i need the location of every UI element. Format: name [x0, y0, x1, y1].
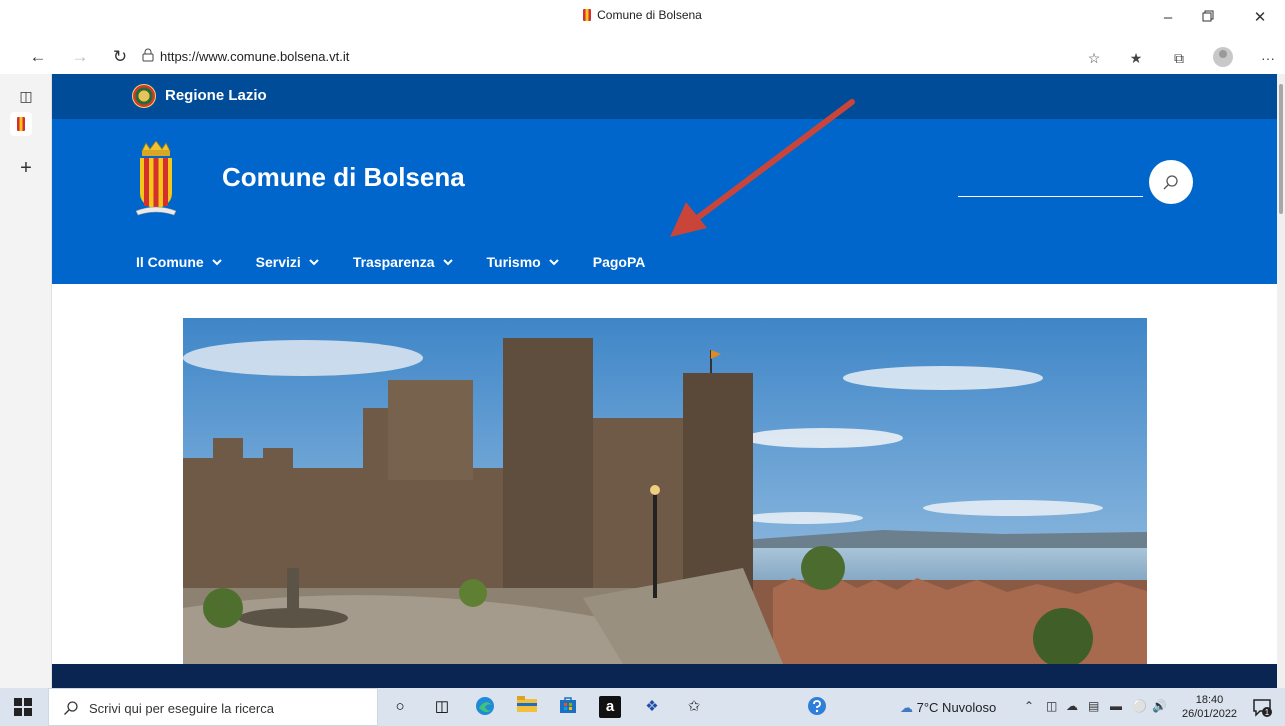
- favicon-icon: [583, 9, 592, 21]
- amazon-icon[interactable]: a: [599, 696, 621, 718]
- more-button[interactable]: ···: [1257, 47, 1279, 69]
- search-icon: [1163, 175, 1178, 190]
- page-footer-band: [52, 664, 1277, 688]
- system-clock[interactable]: 18:40 26/01/2022: [1182, 693, 1237, 721]
- taskbar-search-box[interactable]: Scrivi qui per eseguire la ricerca: [48, 688, 378, 726]
- wifi-icon[interactable]: ⚪: [1132, 699, 1147, 713]
- nav-servizi[interactable]: Servizi: [256, 251, 319, 273]
- help-icon[interactable]: [806, 696, 828, 718]
- search-icon: [64, 701, 78, 715]
- tab-actions-icon[interactable]: ◫: [16, 86, 36, 106]
- nav-label: PagoPA: [592, 254, 646, 270]
- nav-label: Servizi: [255, 254, 301, 270]
- region-link[interactable]: Regione Lazio: [165, 87, 267, 104]
- collections-icon[interactable]: ⧉: [1168, 47, 1190, 69]
- title-bar: Comune di Bolsena – ✕: [0, 0, 1285, 40]
- nav-label: Trasparenza: [352, 254, 435, 270]
- scrollbar-thumb[interactable]: [1279, 84, 1283, 214]
- windows-start-icon[interactable]: [14, 698, 32, 716]
- site-title[interactable]: Comune di Bolsena: [222, 162, 465, 193]
- favorites-icon[interactable]: ★: [1125, 47, 1147, 69]
- weather-text: 7°C Nuvoloso: [916, 700, 997, 715]
- chevron-down-icon: [211, 258, 222, 265]
- hero-castle-image: [183, 318, 1147, 664]
- web-page: Regione Lazio Comune di Bolsena Il Comun…: [52, 74, 1277, 688]
- main-navigation: Il Comune Servizi Trasparenza Turismo Pa…: [136, 251, 679, 273]
- notification-center-icon[interactable]: 1: [1252, 697, 1272, 717]
- url-field[interactable]: https://www.comune.bolsena.vt.it: [160, 49, 349, 64]
- chevron-down-icon: [442, 258, 453, 265]
- nav-il-comune[interactable]: Il Comune: [136, 251, 222, 273]
- dropbox-icon[interactable]: ❖: [641, 696, 663, 718]
- nav-turismo[interactable]: Turismo: [487, 251, 559, 273]
- window-title: Comune di Bolsena: [0, 8, 1285, 22]
- weather-widget[interactable]: ☁ 7°C Nuvoloso: [900, 700, 996, 716]
- minimize-button[interactable]: –: [1148, 4, 1188, 32]
- lock-icon: [142, 48, 154, 62]
- battery-icon[interactable]: ▬: [1110, 699, 1122, 713]
- nav-pagopa[interactable]: PagoPA: [593, 251, 646, 273]
- chevron-down-icon: [549, 258, 559, 265]
- annotation-arrow: [670, 99, 855, 237]
- window-title-text: Comune di Bolsena: [597, 8, 702, 22]
- task-view-icon[interactable]: ◫: [431, 696, 453, 718]
- coat-of-arms-icon[interactable]: [136, 141, 176, 217]
- notification-count: 1: [1265, 708, 1270, 717]
- back-button[interactable]: ←: [24, 45, 52, 69]
- new-tab-icon[interactable]: +: [16, 158, 36, 178]
- clock-date: 26/01/2022: [1182, 708, 1238, 720]
- clock-time: 18:40: [1195, 694, 1224, 706]
- add-favorite-icon[interactable]: ☆: [1083, 47, 1105, 69]
- app-bolt-icon[interactable]: ✩: [683, 696, 705, 718]
- store-icon[interactable]: [557, 696, 579, 718]
- tray-chevron-up-icon[interactable]: ⌃: [1024, 699, 1034, 713]
- vertical-tabs-panel: ◫ +: [0, 74, 52, 688]
- volume-icon[interactable]: 🔊: [1152, 699, 1167, 713]
- regione-lazio-logo[interactable]: [132, 84, 156, 108]
- chevron-down-icon: [309, 258, 319, 265]
- onedrive-icon[interactable]: ☁: [1066, 699, 1078, 713]
- display-icon[interactable]: ▤: [1088, 699, 1099, 713]
- close-button[interactable]: ✕: [1240, 4, 1280, 32]
- windows-taskbar: Scrivi qui per eseguire la ricerca ○ ◫ a…: [0, 688, 1285, 726]
- nav-label: Il Comune: [136, 254, 204, 270]
- meet-now-icon[interactable]: ◫: [1046, 699, 1057, 713]
- file-explorer-icon[interactable]: [516, 696, 538, 718]
- taskbar-search-placeholder: Scrivi qui per eseguire la ricerca: [89, 701, 274, 716]
- address-bar: ← → ↻ https://www.comune.bolsena.vt.it ☆…: [0, 40, 1285, 74]
- nav-trasparenza[interactable]: Trasparenza: [353, 251, 453, 273]
- cortana-icon[interactable]: ○: [389, 696, 411, 718]
- restore-button[interactable]: [1188, 4, 1228, 32]
- cloud-icon: ☁: [900, 700, 913, 715]
- search-button[interactable]: [1149, 160, 1193, 204]
- search-input[interactable]: [958, 196, 1143, 197]
- site-header: Comune di Bolsena Il Comune Servizi Tras…: [52, 99, 1277, 284]
- profile-avatar[interactable]: [1213, 47, 1233, 67]
- restore-icon: [1202, 10, 1214, 22]
- refresh-button[interactable]: ↻: [106, 45, 134, 69]
- favicon-icon: [17, 117, 25, 131]
- edge-icon[interactable]: [474, 696, 496, 718]
- tab-comune-di-bolsena[interactable]: [10, 112, 32, 136]
- forward-button[interactable]: →: [66, 45, 94, 69]
- nav-label: Turismo: [486, 254, 541, 270]
